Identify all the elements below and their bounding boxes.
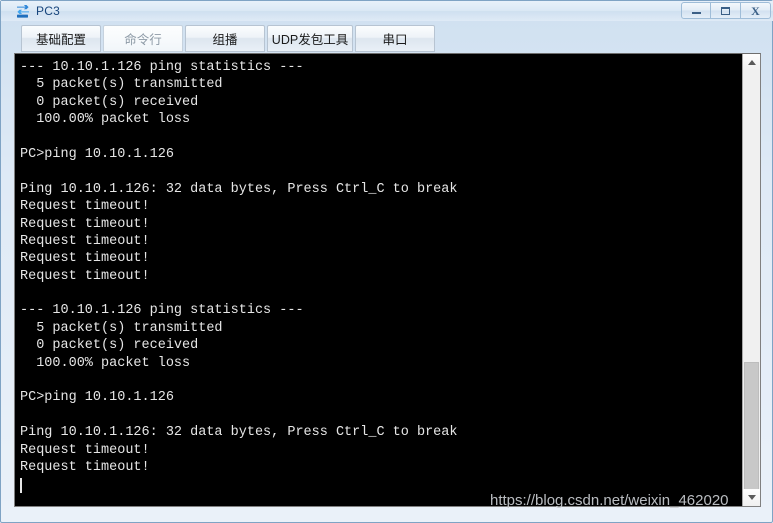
- window-controls: X: [681, 2, 771, 20]
- scrollbar-thumb[interactable]: [744, 362, 759, 491]
- scrollbar-down-button[interactable]: [743, 489, 760, 506]
- tab-label: 组播: [212, 33, 238, 47]
- terminal-lines: --- 10.10.1.126 ping statistics --- 5 pa…: [20, 59, 742, 476]
- minimize-icon: [691, 12, 701, 14]
- terminal-line: Ping 10.10.1.126: 32 data bytes, Press C…: [20, 425, 458, 441]
- terminal-line: Request timeout!: [20, 216, 150, 232]
- scrollbar-up-button[interactable]: [743, 54, 760, 71]
- terminal-output-area[interactable]: --- 10.10.1.126 ping statistics --- 5 pa…: [15, 54, 742, 506]
- terminal-line: --- 10.10.1.126 ping statistics ---: [20, 60, 304, 75]
- tab-udp-packet-tool[interactable]: UDP发包工具: [267, 25, 353, 52]
- tab-basic-config[interactable]: 基础配置: [21, 25, 101, 52]
- tab-strip: 基础配置 命令行 组播 UDP发包工具 串口: [21, 25, 435, 53]
- terminal-scrollbar[interactable]: [742, 54, 760, 506]
- tab-command-line[interactable]: 命令行: [103, 25, 183, 52]
- minimize-button[interactable]: [681, 2, 711, 19]
- chevron-up-icon: [747, 60, 756, 65]
- tab-label: 基础配置: [35, 33, 86, 47]
- terminal-panel: --- 10.10.1.126 ping statistics --- 5 pa…: [14, 53, 761, 507]
- tab-multicast[interactable]: 组播: [185, 25, 265, 52]
- tab-serial-port[interactable]: 串口: [355, 25, 435, 52]
- terminal-line: Ping 10.10.1.126: 32 data bytes, Press C…: [20, 181, 458, 197]
- chevron-down-icon: [747, 495, 756, 500]
- tab-label: 命令行: [124, 33, 162, 47]
- maximize-icon: [721, 6, 730, 15]
- terminal-line: 5 packet(s) transmitted: [20, 77, 223, 93]
- terminal-line: Request timeout!: [20, 442, 150, 458]
- window-title: PC3: [36, 4, 60, 18]
- close-button[interactable]: X: [741, 2, 771, 19]
- pc-network-icon: [15, 3, 31, 19]
- terminal-line: Request timeout!: [20, 268, 150, 284]
- close-icon: X: [751, 3, 760, 18]
- terminal-line: 100.00% packet loss: [20, 355, 191, 371]
- terminal-line: Request timeout!: [20, 233, 150, 249]
- terminal-cursor: [20, 477, 22, 493]
- terminal-line: --- 10.10.1.126 ping statistics ---: [20, 303, 304, 319]
- maximize-button[interactable]: [711, 2, 741, 19]
- terminal-line: 0 packet(s) received: [20, 338, 199, 354]
- terminal-line: Request timeout!: [20, 251, 150, 267]
- pc3-window: PC3 X 基础配置 命令行 组播 UDP发包工具 串口 --- 10.10.1…: [0, 0, 773, 523]
- terminal-line: Request timeout!: [20, 459, 150, 475]
- terminal-line: PC>ping 10.10.1.126: [20, 390, 174, 406]
- terminal-line: 5 packet(s) transmitted: [20, 320, 223, 336]
- tab-label: 串口: [382, 33, 408, 47]
- tab-label: UDP发包工具: [271, 33, 349, 47]
- terminal-line: 0 packet(s) received: [20, 94, 199, 110]
- title-bar: PC3 X: [1, 1, 773, 21]
- terminal-line: PC>ping 10.10.1.126: [20, 146, 174, 162]
- terminal-line: 100.00% packet loss: [20, 112, 191, 128]
- terminal-line: Request timeout!: [20, 199, 150, 215]
- scrollbar-track[interactable]: [743, 71, 760, 491]
